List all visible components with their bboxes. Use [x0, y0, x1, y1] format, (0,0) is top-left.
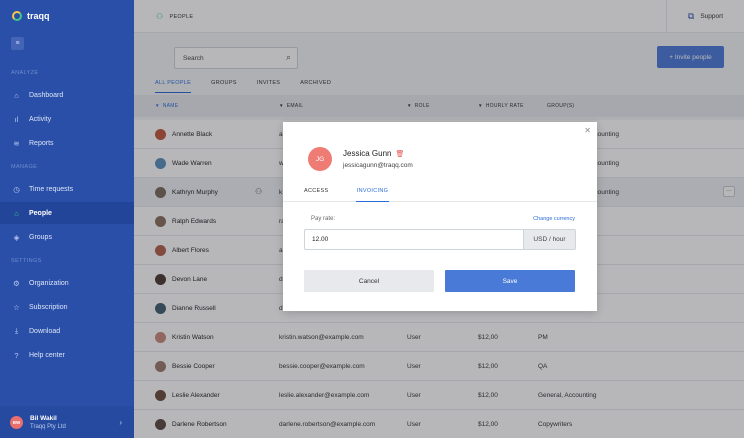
sidebar-item-label: Time requests [29, 185, 74, 193]
pay-rate-input[interactable]: 12.00 USD / hour [304, 229, 576, 250]
hamburger-icon: ≡ [15, 40, 20, 47]
user-company: Traqq Pty Ltd [30, 423, 66, 430]
sidebar-item-label: Activity [29, 115, 52, 123]
tab-access[interactable]: ACCESS [304, 188, 328, 202]
sidebar-item-people[interactable]: ⌂ People [0, 202, 134, 224]
brand-name: traqq [27, 11, 50, 21]
trash-icon[interactable]: 🗑 [395, 150, 404, 158]
cancel-button[interactable]: Cancel [304, 270, 434, 292]
save-button[interactable]: Save [445, 270, 575, 292]
people-icon: ⌂ [14, 208, 19, 218]
sidebar-item-subscription[interactable]: ☆ Subscription [0, 296, 134, 318]
person-email: jessicagunn@traqq.com [343, 162, 413, 169]
pay-rate-value: 12.00 [312, 236, 329, 243]
brand-logo[interactable]: traqq [12, 11, 50, 21]
sidebar-item-label: Subscription [29, 303, 68, 311]
section-label-analyze: ANALYZE [11, 70, 39, 76]
activity-icon: ıl [14, 114, 19, 124]
modal-tabs: ACCESS INVOICING [283, 188, 597, 202]
person-name: Jessica Gunn 🗑 [343, 149, 404, 158]
sidebar-item-activity[interactable]: ıl Activity [0, 108, 134, 130]
sidebar-item-label: People [29, 209, 52, 217]
sidebar-item-help-center[interactable]: ? Help center [0, 344, 134, 366]
sidebar: traqq ≡ ANALYZE ⌂ Dashboard ıl Activity ≋ R… [0, 0, 134, 438]
section-label-manage: MANAGE [11, 164, 38, 170]
sidebar-item-label: Help center [29, 351, 65, 359]
chevron-right-icon[interactable]: › [119, 418, 122, 427]
star-icon: ☆ [13, 302, 20, 312]
help-icon: ? [14, 350, 19, 360]
groups-icon: ◈ [13, 232, 20, 242]
pay-rate-unit: USD / hour [523, 230, 575, 249]
avatar: BW [10, 415, 23, 429]
clock-icon: ◷ [13, 184, 20, 194]
organization-icon: ⚙ [13, 278, 20, 288]
edit-person-modal: ✕ JG Jessica Gunn 🗑 jessicagunn@traqq.co… [283, 122, 597, 311]
sidebar-item-dashboard[interactable]: ⌂ Dashboard [0, 84, 134, 106]
sidebar-item-organization[interactable]: ⚙ Organization [0, 272, 134, 294]
section-label-settings: SETTINGS [11, 258, 42, 264]
sidebar-item-download[interactable]: ⤓ Download [0, 320, 134, 342]
traqq-logo-icon [12, 11, 22, 21]
tab-invoicing[interactable]: INVOICING [356, 188, 389, 202]
sidebar-item-reports[interactable]: ≋ Reports [0, 132, 134, 154]
sidebar-item-label: Dashboard [29, 91, 64, 99]
avatar: JG [308, 147, 332, 171]
person-name-text: Jessica Gunn [343, 149, 392, 158]
close-icon[interactable]: ✕ [584, 126, 591, 135]
menu-toggle-button[interactable]: ≡ [11, 37, 24, 50]
sidebar-item-label: Reports [29, 139, 54, 147]
pay-rate-label: Pay rate: [311, 216, 336, 222]
reports-icon: ≋ [13, 138, 20, 148]
user-name: Bil Wakil [30, 414, 57, 422]
sidebar-item-time-requests[interactable]: ◷ Time requests [0, 178, 134, 200]
sidebar-item-label: Download [29, 327, 61, 335]
sidebar-item-label: Groups [29, 233, 52, 241]
user-profile[interactable]: BW Bil Wakil Traqq Pty Ltd › [0, 406, 134, 438]
sidebar-item-groups[interactable]: ◈ Groups [0, 226, 134, 248]
sidebar-item-label: Organization [29, 279, 69, 287]
change-currency-link[interactable]: Change currency [533, 216, 575, 222]
home-icon: ⌂ [14, 90, 19, 100]
download-icon: ⤓ [14, 326, 19, 335]
